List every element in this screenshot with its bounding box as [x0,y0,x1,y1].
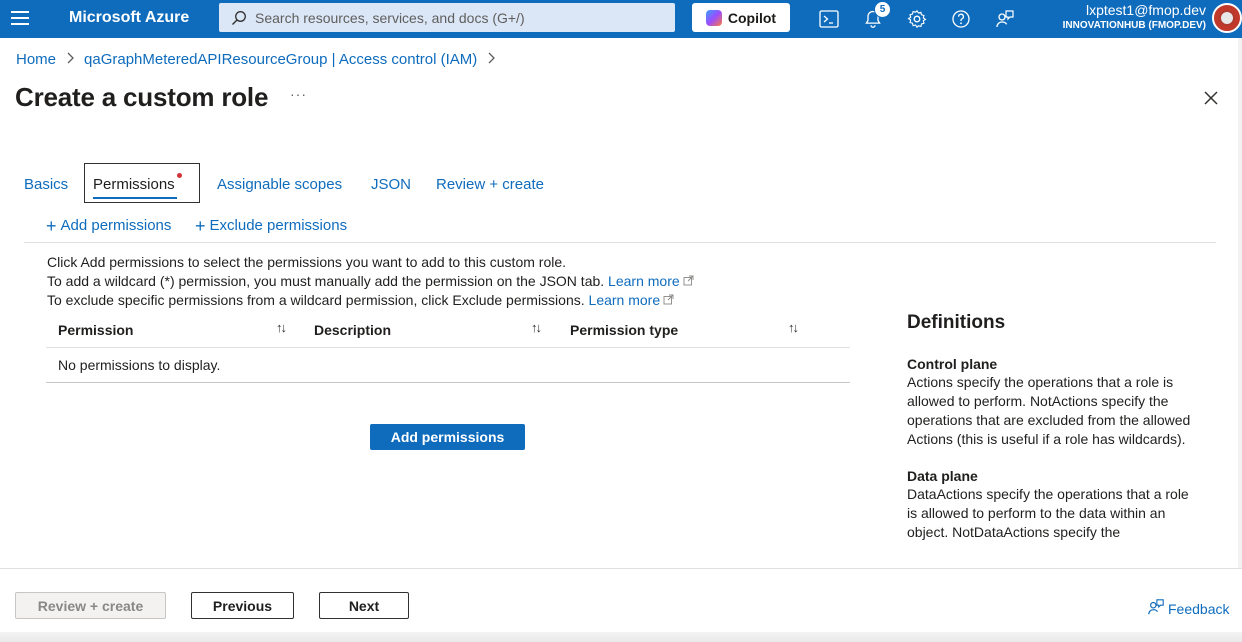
required-indicator-icon [177,173,182,178]
add-permissions-command-label: Add permissions [60,217,172,234]
cloud-shell-icon[interactable] [818,8,840,30]
copilot-icon [705,9,722,26]
next-button[interactable]: Next [319,592,409,619]
add-permissions-button[interactable]: Add permissions [370,424,525,450]
tab-basics[interactable]: Basics [24,176,68,193]
feedback-icon [1147,598,1165,619]
instruction-line-1: Click Add permissions to select the perm… [47,254,567,270]
instruction-line-3: To exclude specific permissions from a w… [47,292,585,308]
notification-count-badge: 5 [874,1,891,18]
account-tenant: INNOVATIONHUB (FMOP.DEV) [1062,20,1206,31]
sort-arrows-icon[interactable]: ↑↓ [531,320,542,335]
copilot-label: Copilot [727,9,777,26]
feedback-icon[interactable] [994,8,1016,30]
more-options-button[interactable]: ··· [290,86,307,102]
search-input[interactable] [255,9,655,26]
control-plane-text: Actions specify the operations that a ro… [907,374,1191,447]
breadcrumb-home-link[interactable]: Home [16,51,56,68]
instruction-line-3-row: To exclude specific permissions from a w… [47,291,694,310]
table-empty-row: No permissions to display. [46,348,850,383]
feedback-label: Feedback [1168,600,1230,617]
account-email: lxptest1@fmop.dev [1085,2,1206,18]
permissions-instructions: Click Add permissions to select the perm… [47,253,694,310]
permissions-table: Permission ↑↓ Description ↑↓ Permission … [46,314,850,383]
search-icon [231,10,247,26]
tab-json[interactable]: JSON [371,176,411,193]
command-bar-divider [24,242,1216,243]
breadcrumb-separator-icon [66,52,74,67]
hamburger-menu-icon[interactable] [11,11,29,25]
instruction-line-2-row: To add a wildcard (*) permission, you mu… [47,272,694,291]
tab-permissions-label: Permissions [93,176,175,193]
tab-permissions[interactable]: Permissions [84,163,200,203]
sort-arrows-icon[interactable]: ↑↓ [788,320,799,335]
external-link-icon [683,272,694,286]
data-plane-heading: Data plane [907,468,978,484]
tab-review-create[interactable]: Review + create [436,176,544,193]
control-plane-heading: Control plane [907,356,998,372]
definitions-title: Definitions [907,312,1006,333]
copilot-button[interactable]: Copilot [692,3,790,32]
selected-tab-underline [93,197,177,199]
sort-arrows-icon[interactable]: ↑↓ [276,320,287,335]
global-search-box[interactable] [219,3,675,32]
column-header-permission: Permission [58,322,134,338]
plus-icon: + [195,215,206,236]
brand-name[interactable]: Microsoft Azure [69,9,189,27]
account-menu[interactable]: lxptest1@fmop.dev INNOVATIONHUB (FMOP.DE… [1063,2,1206,33]
exclude-permissions-command[interactable]: + Exclude permissions [195,215,348,236]
data-plane-text: DataActions specify the operations that … [907,486,1189,540]
review-create-button[interactable]: Review + create [15,592,166,619]
avatar[interactable] [1212,3,1242,33]
previous-button[interactable]: Previous [191,592,294,619]
window-bottom-edge [0,632,1242,642]
breadcrumb-separator-icon [487,52,496,67]
scrollbar-track[interactable] [1238,38,1242,642]
learn-more-link-exclude[interactable]: Learn more [589,292,675,308]
breadcrumb-resource-group-link[interactable]: qaGraphMeteredAPIResourceGroup | Access … [84,51,477,68]
page-title: Create a custom role [15,82,269,112]
add-permissions-command[interactable]: + Add permissions [46,215,172,236]
column-header-description: Description [314,322,392,338]
settings-icon[interactable] [906,8,928,30]
top-navigation-bar: Microsoft Azure Copilot 5 lxptest1@fmop.… [0,0,1242,38]
close-icon[interactable] [1200,87,1222,109]
empty-state-text: No permissions to display. [58,357,221,373]
breadcrumb: Home qaGraphMeteredAPIResourceGroup | Ac… [16,51,505,68]
definitions-panel: Definitions Control plane Actions specif… [907,312,1197,542]
learn-more-link-wildcard[interactable]: Learn more [608,273,694,289]
column-header-permission-type: Permission type [570,322,679,338]
plus-icon: + [46,215,57,236]
external-link-icon [663,291,674,305]
instruction-line-2: To add a wildcard (*) permission, you mu… [47,273,605,289]
tab-assignable-scopes[interactable]: Assignable scopes [217,176,342,193]
table-header: Permission ↑↓ Description ↑↓ Permission … [46,314,850,348]
feedback-link[interactable]: Feedback [1147,598,1229,619]
help-icon[interactable] [950,8,972,30]
exclude-permissions-command-label: Exclude permissions [209,217,348,234]
notifications-icon[interactable]: 5 [862,1,891,30]
